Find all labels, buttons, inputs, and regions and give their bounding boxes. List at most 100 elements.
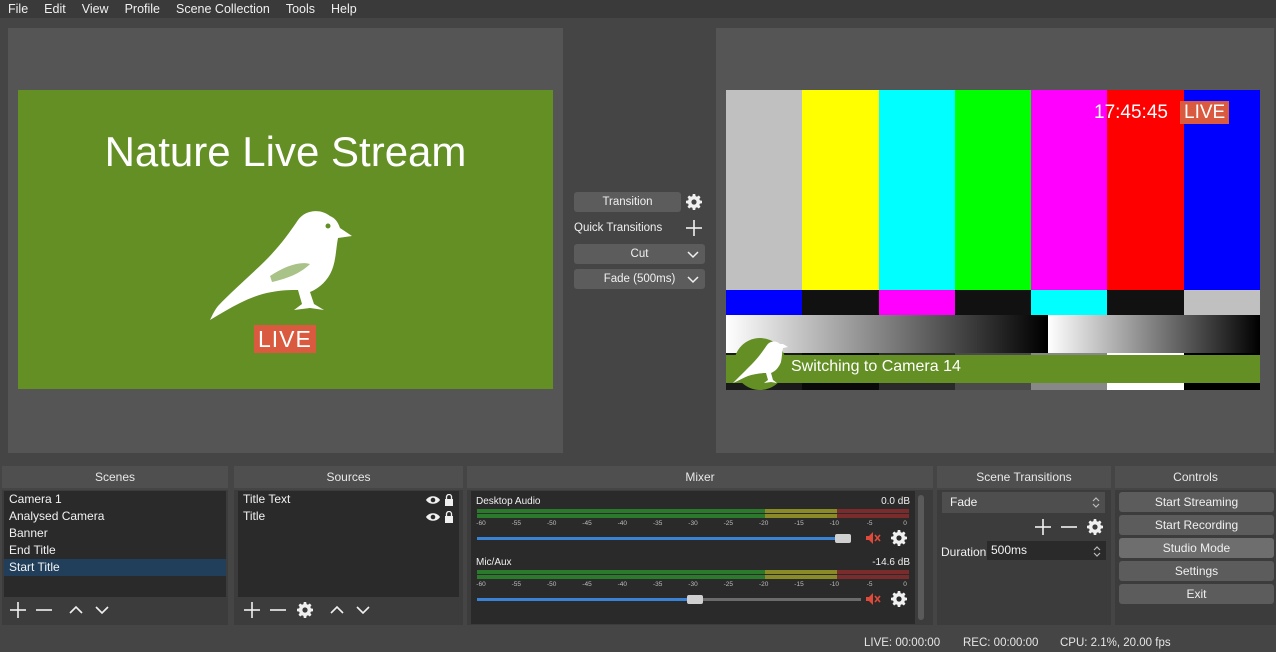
volume-slider-handle[interactable] [687, 595, 703, 604]
source-item-label: Title Text [243, 492, 291, 506]
meter-tick-label: -25 [723, 581, 734, 588]
quick-transition-cut[interactable]: Cut [574, 244, 705, 264]
color-bar [802, 90, 879, 290]
bird-logo-icon [210, 211, 352, 320]
menu-scene-collection[interactable]: Scene Collection [168, 0, 278, 18]
preview-pane[interactable]: Nature Live Stream LIVE [8, 28, 563, 453]
spinner-arrows-icon [1092, 497, 1100, 508]
sources-list: Title Text Title [238, 491, 459, 597]
channel-db: -14.6 dB [872, 557, 910, 568]
sources-dock-title: Sources [234, 466, 463, 488]
meter-tick-label: -5 [866, 520, 873, 527]
program-clock: 17:45:45 [1094, 102, 1168, 123]
scene-item[interactable]: Banner [4, 525, 226, 542]
meter-tick-label: -20 [758, 581, 769, 588]
add-scene-plus-icon[interactable] [10, 602, 26, 618]
transition-button[interactable]: Transition [574, 192, 681, 212]
menu-tools[interactable]: Tools [278, 0, 323, 18]
menu-view[interactable]: View [74, 0, 117, 18]
add-transition-plus-icon[interactable] [1035, 519, 1051, 535]
program-live-badge: LIVE [1180, 101, 1230, 124]
remove-scene-minus-icon[interactable] [36, 602, 52, 618]
preview-canvas: Nature Live Stream LIVE [18, 90, 553, 389]
menu-file[interactable]: File [0, 0, 36, 18]
mute-speaker-icon[interactable] [865, 591, 881, 607]
meter-tick-label: -50 [546, 520, 557, 527]
gray-gradient-right [1046, 315, 1260, 353]
scenes-dock-title: Scenes [2, 466, 228, 488]
spinner-arrows-icon[interactable] [1091, 543, 1103, 560]
start-streaming-button[interactable]: Start Streaming [1119, 492, 1274, 512]
volume-slider-handle[interactable] [835, 534, 851, 543]
meter-tick-label: -40 [617, 520, 628, 527]
remove-source-minus-icon[interactable] [270, 602, 286, 618]
meter-tick-label: -40 [617, 581, 628, 588]
transition-select-value: Fade [950, 495, 978, 509]
rec-timer: REC: 00:00:00 [963, 637, 1039, 649]
menu-help[interactable]: Help [323, 0, 365, 18]
move-scene-down-icon[interactable] [94, 602, 110, 618]
preview-title: Nature Live Stream [104, 128, 467, 175]
source-item[interactable]: Title Text [238, 491, 459, 508]
exit-button[interactable]: Exit [1119, 584, 1274, 604]
meter-tick-label: -35 [652, 581, 663, 588]
start-recording-button[interactable]: Start Recording [1119, 515, 1274, 535]
meter-tick-label: -15 [794, 520, 804, 527]
color-bar [1107, 290, 1184, 315]
channel-db: 0.0 dB [881, 496, 910, 507]
volume-slider-fill [477, 598, 687, 601]
meter-tick-label: -15 [794, 581, 804, 588]
duration-input[interactable]: 500ms [987, 541, 1106, 560]
mixer-scrollbar[interactable] [917, 493, 925, 622]
color-bar [1031, 290, 1108, 315]
scene-item-selected[interactable]: Start Title [4, 559, 226, 576]
scene-item[interactable]: Camera 1 [4, 491, 226, 508]
quick-transition-fade[interactable]: Fade (500ms) [574, 269, 705, 289]
move-source-down-icon[interactable] [355, 602, 371, 618]
source-item[interactable]: Title [238, 508, 459, 525]
channel-settings-gear-icon[interactable] [891, 530, 907, 546]
remove-transition-minus-icon[interactable] [1061, 519, 1077, 535]
meter-tick-label: -60 [476, 520, 486, 527]
lower-third-text: Switching to Camera 14 [791, 358, 961, 375]
meter-tick-label: 0 [903, 581, 907, 588]
menu-edit[interactable]: Edit [36, 0, 74, 18]
move-scene-up-icon[interactable] [68, 602, 84, 618]
scene-transitions-dock-title: Scene Transitions [937, 466, 1111, 488]
bird-logo-small-icon [733, 338, 788, 390]
chevron-down-icon [687, 276, 699, 284]
menu-bar: File Edit View Profile Scene Collection … [0, 0, 1276, 18]
lower-third-banner: Switching to Camera 14 [726, 355, 1260, 383]
quick-transition-cut-label: Cut [630, 248, 649, 260]
meter-tick-label: -20 [758, 520, 769, 527]
preview-live-badge: LIVE [254, 325, 316, 353]
move-source-up-icon[interactable] [329, 602, 345, 618]
add-source-plus-icon[interactable] [244, 602, 260, 618]
program-pane[interactable]: Switching to Camera 14 17:45:45 LIVE [716, 28, 1274, 453]
meter-tick-label: -10 [829, 581, 840, 588]
channel-settings-gear-icon[interactable] [891, 591, 907, 607]
transition-gear-icon[interactable] [686, 194, 702, 210]
meter-tick-label: -55 [511, 581, 522, 588]
add-quick-transition-plus-icon[interactable] [686, 220, 702, 236]
color-bar [726, 290, 803, 315]
quick-transition-fade-label: Fade (500ms) [603, 273, 676, 285]
settings-button[interactable]: Settings [1119, 561, 1274, 581]
scene-item[interactable]: Analysed Camera [4, 508, 226, 525]
quick-transitions-label: Quick Transitions [574, 222, 663, 234]
meter-tick-label: -50 [546, 581, 557, 588]
transition-select[interactable]: Fade [942, 492, 1105, 513]
color-bar [954, 290, 1032, 315]
scenes-list: Camera 1 Analysed Camera Banner End Titl… [4, 491, 226, 597]
source-properties-gear-icon[interactable] [297, 602, 313, 618]
meter-tick-label: -30 [688, 520, 698, 527]
mixer-dock-title: Mixer [467, 466, 933, 488]
mute-speaker-icon[interactable] [865, 530, 881, 546]
transition-properties-gear-icon[interactable] [1087, 519, 1103, 535]
mixer-scrollbar-thumb[interactable] [918, 495, 924, 620]
studio-mode-button[interactable]: Studio Mode [1119, 538, 1274, 558]
meter-tick-label: -30 [688, 581, 698, 588]
scene-item[interactable]: End Title [4, 542, 226, 559]
sources-dock: Title Text Title [234, 490, 463, 625]
menu-profile[interactable]: Profile [117, 0, 168, 18]
